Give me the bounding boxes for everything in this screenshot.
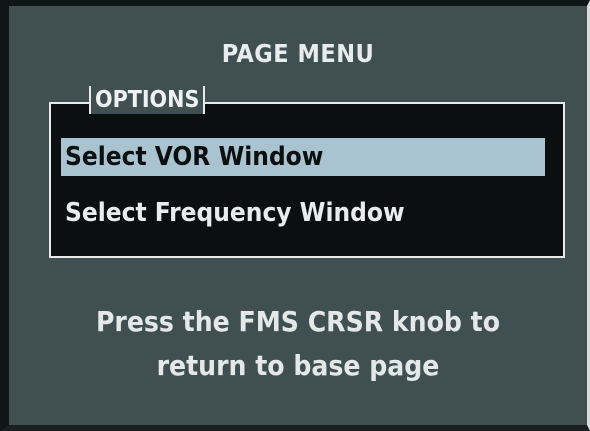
options-box: OPTIONS Select VOR Window Select Frequen… <box>49 86 565 258</box>
menu-item-select-frequency-window[interactable]: Select Frequency Window <box>61 194 545 232</box>
instruction-text: Press the FMS CRSR knob to return to bas… <box>9 300 587 388</box>
page-menu-window: PAGE MENU OPTIONS Select VOR Window Sele… <box>0 0 590 431</box>
instruction-line-2: return to base page <box>156 349 440 382</box>
page-menu-title: PAGE MENU <box>221 39 375 68</box>
instruction-line-1: Press the FMS CRSR knob to <box>95 305 501 338</box>
menu-item-select-vor-window[interactable]: Select VOR Window <box>61 138 545 176</box>
options-label: OPTIONS <box>89 86 206 114</box>
